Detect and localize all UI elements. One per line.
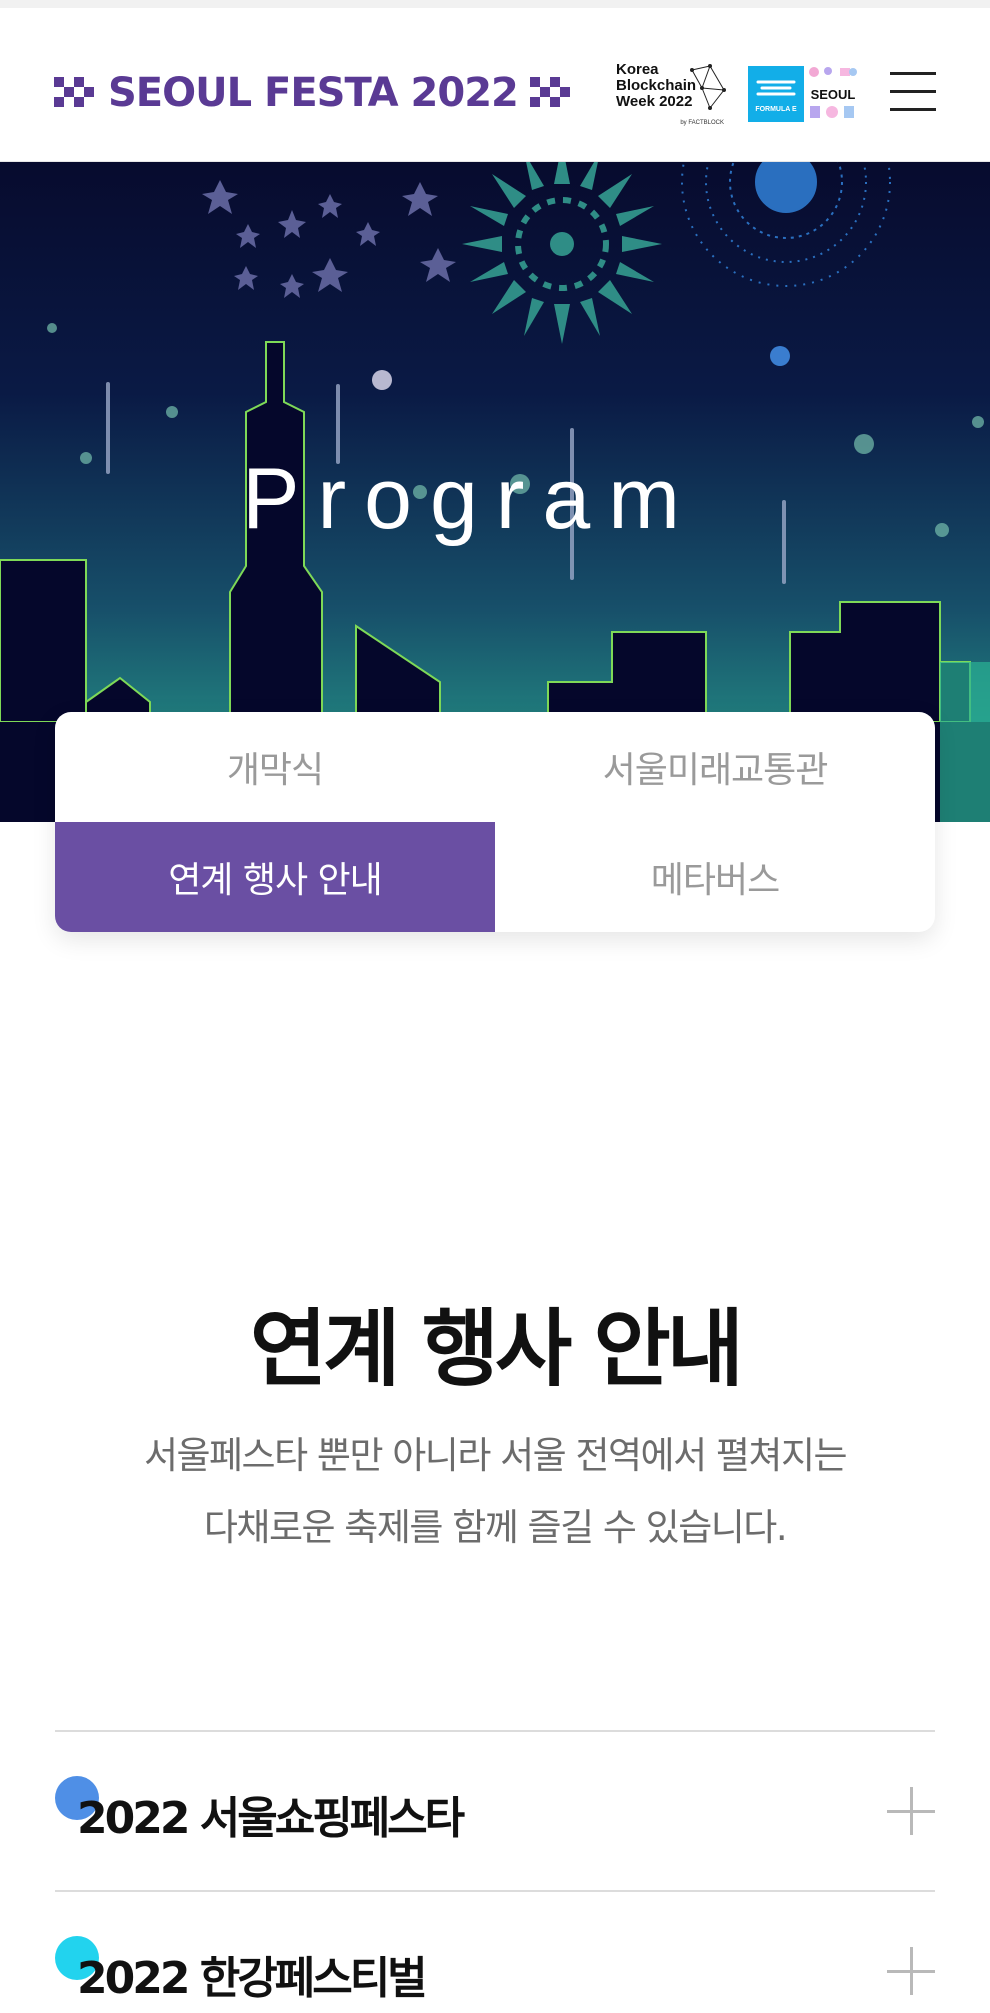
formula-e-label: FORMULA E: [755, 106, 797, 113]
hero-title: Program: [242, 451, 698, 547]
plus-icon[interactable]: [887, 1947, 935, 1995]
checker-logo-icon: [529, 77, 570, 107]
menu-bar: [890, 108, 936, 111]
tab-related-events[interactable]: 연계 행사 안내: [55, 822, 495, 932]
section-title: 연계 행사 안내: [249, 1300, 744, 1398]
formula-e-logo[interactable]: FORMULA E: [748, 66, 804, 122]
program-tabs: 개막식 서울미래교통관 연계 행사 안내 메타버스: [55, 712, 935, 932]
formula-e-mark-icon: [756, 80, 796, 96]
section-description: 서울페스타 뿐만 아니라 서울 전역에서 펼쳐지는 다채로운 축제를 함께 즐길…: [60, 1420, 930, 1564]
event-accordion: 2022 서울쇼핑페스타 2022 한강페스티벌: [55, 1730, 935, 2013]
kbw-sub: by FACTBLOCK: [680, 120, 724, 126]
korea-blockchain-week-logo[interactable]: Korea Blockchain Week 2022 by FACTBLOCK: [616, 62, 728, 128]
accordion-item-seoul-shopping-festa[interactable]: 2022 서울쇼핑페스타: [55, 1730, 935, 1890]
accordion-title: 2022 서울쇼핑페스타: [77, 1793, 465, 1844]
tab-metaverse[interactable]: 메타버스: [495, 822, 935, 932]
logo-text: SEOUL FESTA 2022: [108, 70, 519, 116]
plus-icon[interactable]: [887, 1787, 935, 1835]
site-header: SEOUL FESTA 2022 Korea Blockchain Week 2…: [0, 0, 990, 162]
seoul-label: SEOUL: [810, 87, 856, 102]
seoul-festa-logo[interactable]: SEOUL FESTA 2022: [54, 68, 572, 118]
section-description-line-1: 서울페스타 뿐만 아니라 서울 전역에서 펼쳐지는: [143, 1434, 848, 1477]
network-graph-icon: [690, 64, 726, 110]
menu-bar: [890, 72, 936, 75]
checker-logo-icon: [54, 77, 94, 107]
accordion-item-hangang-festival[interactable]: 2022 한강페스티벌: [55, 1890, 935, 2013]
tab-seoul-future-mobility[interactable]: 서울미래교통관: [495, 712, 935, 822]
tab-opening-ceremony[interactable]: 개막식: [55, 712, 495, 822]
seoul-logo[interactable]: SEOUL: [806, 66, 860, 122]
menu-bar: [890, 90, 936, 93]
hamburger-menu-icon[interactable]: [890, 72, 936, 114]
section-description-line-2: 다채로운 축제를 함께 즐길 수 있습니다.: [203, 1506, 788, 1549]
accordion-title: 2022 한강페스티벌: [77, 1953, 428, 2004]
page: SEOUL FESTA 2022 Korea Blockchain Week 2…: [0, 0, 990, 2013]
